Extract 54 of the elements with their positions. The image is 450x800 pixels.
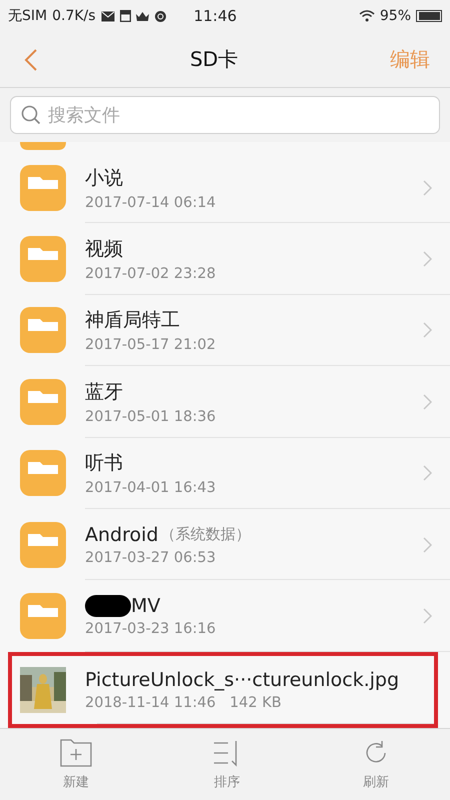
page-title: SD卡 xyxy=(190,46,238,73)
chevron-icon xyxy=(423,394,432,410)
item-note: （系统数据） xyxy=(160,525,250,544)
item-date: 2017-07-02 23:28 xyxy=(85,266,216,282)
chevron-icon xyxy=(423,180,432,196)
item-date: 2018-11-14 11:46 xyxy=(85,694,216,711)
chevron-icon xyxy=(423,536,432,553)
item-size: 142 KB xyxy=(230,694,282,711)
item-date: 2017-03-23 16:16 xyxy=(85,621,216,638)
chevron-icon xyxy=(423,608,432,624)
file-list-item[interactable]: Android（系统数据） 2017-03-27 06:53 xyxy=(0,508,450,580)
envelope-icon xyxy=(100,10,115,22)
file-list-item[interactable]: 蓝牙 2017-05-01 18:36 xyxy=(0,366,450,438)
item-date: 2017-03-27 06:53 xyxy=(85,550,216,566)
chevron-icon xyxy=(423,251,432,268)
battery-percent: 95% xyxy=(380,8,411,24)
folder-icon xyxy=(20,307,66,354)
item-name: PictureUnlock_s···ctureunlock.jpg xyxy=(85,668,400,691)
file-list-item[interactable]: 听书 2017-04-01 16:43 xyxy=(0,438,450,509)
crown-icon xyxy=(136,10,149,22)
folder-icon xyxy=(20,593,66,640)
folder-plus-icon xyxy=(60,738,92,766)
chevron-icon xyxy=(423,465,432,482)
file-list-item[interactable]: MV 2017-03-23 16:16 xyxy=(0,580,450,652)
folder-icon xyxy=(20,378,66,425)
folder-icon xyxy=(20,450,66,496)
item-date: 2017-04-01 16:43 xyxy=(85,480,216,496)
battery-icon xyxy=(416,10,442,22)
item-name: MV xyxy=(131,595,160,618)
chevron-icon xyxy=(423,322,432,338)
item-name: 蓝牙 xyxy=(85,380,123,405)
folder-icon xyxy=(20,164,66,211)
item-name: Android xyxy=(85,524,158,546)
item-name: 听书 xyxy=(85,451,123,476)
item-name: 小说 xyxy=(85,166,123,191)
item-date: 2017-07-14 06:14 xyxy=(85,194,216,211)
folder-icon xyxy=(20,236,66,282)
calendar-icon xyxy=(120,10,131,22)
wifi-icon xyxy=(358,10,375,22)
carrier-text: 无SIM xyxy=(8,7,48,25)
search-field[interactable]: 搜索文件 xyxy=(10,96,440,134)
item-name: 视频 xyxy=(85,237,123,262)
back-icon[interactable] xyxy=(24,48,38,72)
file-list-item[interactable]: 神盾局特工 2017-05-17 21:02 xyxy=(0,294,450,366)
item-date: 2017-05-01 18:36 xyxy=(85,408,216,425)
file-list-item[interactable]: 小说 2017-07-14 06:14 xyxy=(0,152,450,224)
clock-time: 11:46 xyxy=(194,7,237,25)
folder-icon xyxy=(20,142,66,150)
target-icon xyxy=(154,10,167,22)
item-date: 2017-05-17 21:02 xyxy=(85,337,216,354)
file-list-item[interactable]: 视频 2017-07-02 23:28 xyxy=(0,223,450,295)
network-speed: 0.7K/s xyxy=(52,8,96,24)
item-name: 神盾局特工 xyxy=(85,308,180,334)
folder-icon xyxy=(20,522,66,568)
